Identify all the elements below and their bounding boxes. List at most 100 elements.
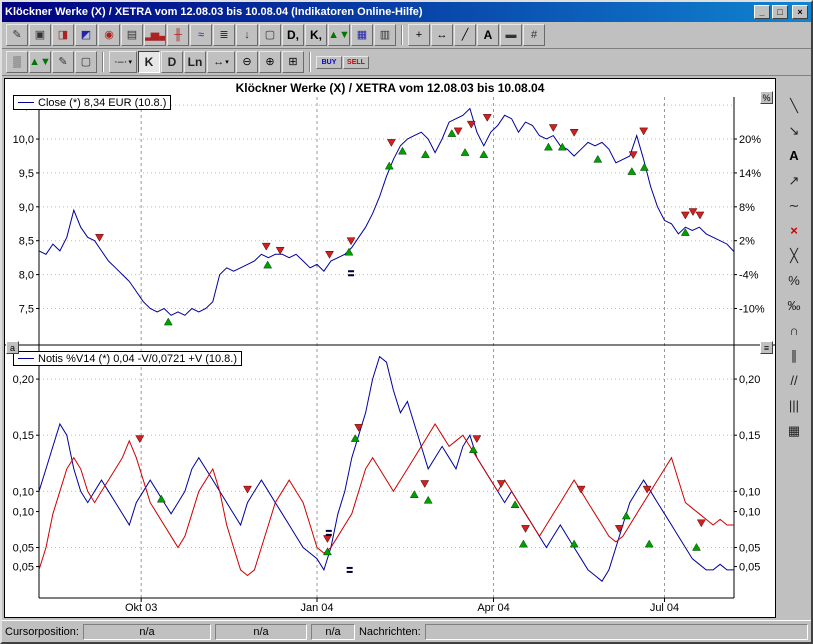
save-export-icon[interactable]: ↓ <box>236 24 258 46</box>
notes-icon[interactable]: ▥ <box>374 24 396 46</box>
svg-text:10,0: 10,0 <box>13 134 34 146</box>
svg-text:0,05: 0,05 <box>739 562 760 574</box>
daily-period[interactable]: D, <box>282 24 304 46</box>
buy-sell-signals-icon[interactable]: ▲▼ <box>29 51 51 73</box>
svg-text:14%: 14% <box>739 168 761 180</box>
close-button[interactable]: × <box>792 5 808 19</box>
sell-stamp[interactable]: SELL <box>343 56 369 69</box>
svg-text:0,10: 0,10 <box>739 486 760 498</box>
curve-tool-icon[interactable]: ∼ <box>781 194 807 217</box>
permille-measure-tool-icon[interactable]: ‰ <box>781 294 807 317</box>
arrow-tool-icon[interactable]: ↗ <box>781 169 807 192</box>
svg-text:0,20: 0,20 <box>739 374 760 386</box>
status-bar: Cursorposition: n/a n/a n/a Nachrichten: <box>2 620 811 642</box>
daily-mode[interactable]: D <box>161 51 183 73</box>
chart-toolbar: ▒▲▼✎▢ ·–·▾KDLn↔▾⊖⊕⊞ BUYSELL <box>2 49 811 76</box>
svg-text:0,05: 0,05 <box>739 542 760 554</box>
maximize-button[interactable]: □ <box>772 5 788 19</box>
cards-icon[interactable]: ▬ <box>500 24 522 46</box>
candlestick-chart-icon[interactable]: ╫ <box>167 24 189 46</box>
crossed-lines-tool-icon[interactable]: ╳ <box>781 244 807 267</box>
indicator-legend-text: Notis %V14 (*) 0,04 -V/0,0721 +V (10.8.) <box>38 352 237 366</box>
app-window: Klöckner Werke (X) / XETRA vom 12.08.03 … <box>0 0 813 644</box>
zoom-window-icon[interactable]: ⊞ <box>282 51 304 73</box>
line-tool-icon[interactable]: ╲ <box>781 94 807 117</box>
signals-icon[interactable]: ▲▼ <box>328 24 350 46</box>
zoom-in-icon[interactable]: ⊕ <box>259 51 281 73</box>
pane-a-button[interactable]: a <box>6 341 19 354</box>
line-chart-icon[interactable]: ≈ <box>190 24 212 46</box>
scale-dropdown-icon[interactable]: ↔▾ <box>207 51 235 73</box>
text-page[interactable]: A <box>477 24 499 46</box>
price-legend[interactable]: Close (*) 8,34 EUR (10.8.) <box>13 95 171 110</box>
cursor-y-field: n/a <box>215 624 307 640</box>
svg-text:9,5: 9,5 <box>19 168 34 180</box>
price-indicator-plot[interactable]: Okt 03Jan 04Apr 04Jul 0410,510,09,59,08,… <box>5 79 775 618</box>
pane-menu-button[interactable]: ≡ <box>760 341 773 354</box>
svg-text:Jul 04: Jul 04 <box>650 602 679 614</box>
legend-line-sample-icon <box>18 358 34 359</box>
titlebar[interactable]: Klöckner Werke (X) / XETRA vom 12.08.03 … <box>2 2 811 22</box>
new-window-icon[interactable]: ▢ <box>259 24 281 46</box>
crosshair-icon[interactable]: + <box>408 24 430 46</box>
grid-tool-icon[interactable]: ▦ <box>781 419 807 442</box>
text-tool[interactable]: A <box>781 144 807 167</box>
legend-line-sample-icon <box>18 102 34 103</box>
copy-icon[interactable]: ▣ <box>29 24 51 46</box>
log-scale[interactable]: Ln <box>184 51 206 73</box>
toolbar-separator <box>401 25 403 45</box>
chart-panel: Klöckner Werke (X) / XETRA vom 12.08.03 … <box>4 78 776 618</box>
chart-thumbnail-icon[interactable]: ▒ <box>6 51 28 73</box>
svg-text:0,05: 0,05 <box>13 562 34 574</box>
cursor-position-label: Cursorposition: <box>5 626 79 638</box>
zoom-out-icon[interactable]: ⊖ <box>236 51 258 73</box>
svg-text:20%: 20% <box>739 134 761 146</box>
percent-scale-button[interactable]: % <box>760 91 773 104</box>
svg-text:8,5: 8,5 <box>19 236 34 248</box>
svg-text:8,0: 8,0 <box>19 270 34 282</box>
messages-field <box>425 624 808 640</box>
svg-text:0,10: 0,10 <box>13 507 34 519</box>
svg-text:Jan 04: Jan 04 <box>300 602 333 614</box>
edit-pencil-icon[interactable]: ✎ <box>52 51 74 73</box>
svg-text:9,0: 9,0 <box>19 202 34 214</box>
vertical-lines-tool-icon[interactable]: ||| <box>781 394 807 417</box>
delete-drawing-tool-icon[interactable]: × <box>781 219 807 242</box>
price-legend-text: Close (*) 8,34 EUR (10.8.) <box>38 96 166 110</box>
parallel-lines-tool-icon[interactable]: ∥ <box>781 344 807 367</box>
minimize-button[interactable]: _ <box>754 5 770 19</box>
scale-horizontal-icon[interactable]: ↔ <box>431 24 453 46</box>
svg-text:-4%: -4% <box>739 270 759 282</box>
weekly-period[interactable]: K, <box>305 24 327 46</box>
percent-measure-tool-icon[interactable]: % <box>781 269 807 292</box>
svg-text:Apr 04: Apr 04 <box>477 602 509 614</box>
cursor-value-field: n/a <box>311 624 355 640</box>
draw-line-icon[interactable]: ╱ <box>454 24 476 46</box>
svg-text:2%: 2% <box>739 236 755 248</box>
drawing-toolbar: ╲↘A↗∼×╳%‰∩∥//|||▦ <box>777 76 811 620</box>
buy-stamp[interactable]: BUY <box>316 56 342 69</box>
indicator-legend[interactable]: Notis %V14 (*) 0,04 -V/0,0721 +V (10.8.) <box>13 351 242 366</box>
svg-text:0,10: 0,10 <box>13 486 34 498</box>
bar-chart-icon[interactable]: ▂▅▃ <box>144 24 166 46</box>
chart-edit-icon[interactable]: ✎ <box>6 24 28 46</box>
candle-mode[interactable]: K <box>138 51 160 73</box>
layout-grid-icon[interactable]: # <box>523 24 545 46</box>
svg-text:0,20: 0,20 <box>13 374 34 386</box>
svg-text:0,10: 0,10 <box>739 507 760 519</box>
quotes-icon[interactable]: ◉ <box>98 24 120 46</box>
diagonal-hatch-tool-icon[interactable]: // <box>781 369 807 392</box>
svg-text:0,15: 0,15 <box>739 430 760 442</box>
tile-windows-icon[interactable]: ◨ <box>52 24 74 46</box>
cursor-x-field: n/a <box>83 624 211 640</box>
properties-icon[interactable]: ▢ <box>75 51 97 73</box>
line-style-dropdown-icon[interactable]: ·–·▾ <box>109 51 137 73</box>
svg-text:0,15: 0,15 <box>13 430 34 442</box>
arrow-line-tool-icon[interactable]: ↘ <box>781 119 807 142</box>
arc-tool-icon[interactable]: ∩ <box>781 319 807 342</box>
window-title: Klöckner Werke (X) / XETRA vom 12.08.03 … <box>5 6 752 18</box>
table-view-icon[interactable]: ▤ <box>121 24 143 46</box>
cascade-windows-icon[interactable]: ◩ <box>75 24 97 46</box>
matrix-icon[interactable]: ▦ <box>351 24 373 46</box>
report-icon[interactable]: ≣ <box>213 24 235 46</box>
